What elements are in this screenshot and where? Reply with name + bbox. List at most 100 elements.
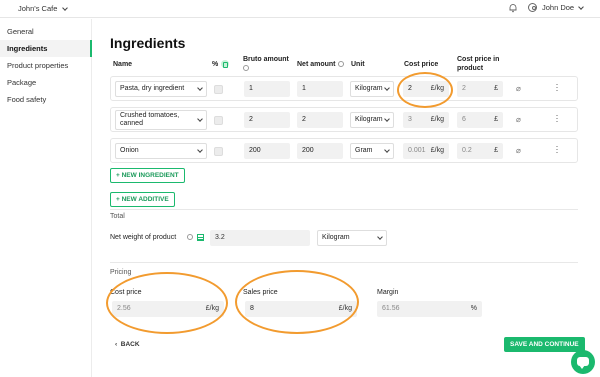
company-name: John's Cafe xyxy=(18,4,58,13)
header-cost-price: Cost price xyxy=(404,61,439,68)
paperclip-icon[interactable]: ⌀ xyxy=(516,115,521,124)
paperclip-icon[interactable]: ⌀ xyxy=(516,84,521,93)
cost-price-input[interactable]: 2 £/kg xyxy=(403,81,449,97)
total-section-label: Total xyxy=(110,213,125,220)
divider xyxy=(110,262,578,263)
header-net: Net amount xyxy=(297,60,344,69)
back-label: BACK xyxy=(120,341,140,348)
total-cost-price-value: 2.56 xyxy=(117,305,131,312)
more-options-icon[interactable]: · · · xyxy=(555,111,559,126)
paperclip-icon[interactable]: ⌀ xyxy=(516,146,521,155)
sales-price-unit: £/kg xyxy=(338,305,352,312)
cost-in-product-unit: £ xyxy=(494,85,498,92)
cost-price-input[interactable]: 3 £/kg xyxy=(403,112,449,128)
net-amount-input[interactable]: 200 xyxy=(297,143,343,159)
company-switcher[interactable]: John's Cafe xyxy=(18,4,69,13)
bruto-amount-input[interactable]: 1 xyxy=(244,81,290,97)
user-avatar-icon xyxy=(528,3,537,12)
cost-unit: £/kg xyxy=(430,147,444,154)
header-bruto-label: Bruto amount xyxy=(243,56,289,63)
sidebar-item-food-safety[interactable]: Food safety xyxy=(0,91,91,108)
cost-price-label: Cost price xyxy=(110,289,142,296)
sidebar: General Ingredients Product properties P… xyxy=(0,19,92,377)
bruto-amount-input[interactable]: 2 xyxy=(244,112,290,128)
cost-in-product-field: 6 £ xyxy=(457,112,503,128)
table-icon[interactable] xyxy=(197,234,204,241)
header-name: Name xyxy=(113,61,133,68)
net-amount-input[interactable]: 1 xyxy=(297,81,343,97)
user-menu[interactable]: John Doe xyxy=(528,3,584,12)
ingredient-row: Pasta, dry ingredient 1 1 Kilogram 2 £/kg… xyxy=(110,76,578,101)
cost-unit: £/kg xyxy=(430,116,444,123)
top-bar: John's Cafe John Doe xyxy=(0,0,600,18)
page-title: Ingredients xyxy=(110,35,186,51)
cost-unit: £/kg xyxy=(430,85,444,92)
sidebar-item-general[interactable]: General xyxy=(0,23,91,40)
unit-value: Gram xyxy=(355,147,373,154)
unit-select[interactable]: Kilogram xyxy=(350,81,394,97)
more-options-icon[interactable]: · · · xyxy=(555,142,559,157)
sales-price-value: 8 xyxy=(250,305,254,312)
net-weight-field: 3.2 xyxy=(210,230,310,246)
cost-price-input[interactable]: 0.001 £/kg xyxy=(403,143,449,159)
percent-checkbox[interactable] xyxy=(214,85,223,94)
total-cost-price-unit: £/kg xyxy=(205,305,219,312)
main-content: Ingredients Name % Bruto amount Net amou… xyxy=(93,19,600,377)
chat-icon[interactable] xyxy=(571,350,595,374)
header-percent-label: % xyxy=(212,61,219,68)
percent-checkbox[interactable] xyxy=(214,147,223,156)
cost-in-product-value: 2 xyxy=(462,85,466,92)
ingredient-row: Onion 200 200 Gram 0.001 £/kg 0.2 £ ⌀ · · · xyxy=(110,138,578,163)
new-ingredient-button[interactable]: + NEW INGREDIENT xyxy=(110,168,185,183)
chevron-down-icon xyxy=(197,116,203,122)
unit-select[interactable]: Gram xyxy=(350,143,394,159)
ingredient-name-select[interactable]: Crushed tomatoes, canned xyxy=(115,110,207,130)
margin-unit: % xyxy=(470,305,477,312)
chevron-down-icon xyxy=(384,85,390,91)
cost-value: 0.001 xyxy=(408,147,426,154)
ingredient-name-select[interactable]: Onion xyxy=(115,143,207,159)
unit-value: Kilogram xyxy=(355,85,383,92)
margin-label: Margin xyxy=(377,289,399,296)
percent-checkbox[interactable] xyxy=(214,116,223,125)
sidebar-item-product-properties[interactable]: Product properties xyxy=(0,57,91,74)
sales-price-label: Sales price xyxy=(243,289,278,296)
bell-icon[interactable] xyxy=(508,3,518,13)
chevron-down-icon xyxy=(62,4,69,11)
divider xyxy=(110,209,578,210)
info-icon[interactable] xyxy=(187,234,193,240)
sales-price-input[interactable]: 8 £/kg xyxy=(245,301,357,317)
cost-in-product-value: 0.2 xyxy=(462,147,472,154)
cost-in-product-field: 0.2 £ xyxy=(457,143,503,159)
net-amount-input[interactable]: 2 xyxy=(297,112,343,128)
cost-in-product-unit: £ xyxy=(494,147,498,154)
cost-in-product-value: 6 xyxy=(462,116,466,123)
save-and-continue-button[interactable]: SAVE AND CONTINUE xyxy=(504,337,585,352)
net-weight-unit-select[interactable]: Kilogram xyxy=(317,230,387,246)
bruto-amount-input[interactable]: 200 xyxy=(244,143,290,159)
cost-value: 3 xyxy=(408,116,412,123)
user-name: John Doe xyxy=(542,3,575,12)
total-cost-price-field: 2.56 £/kg xyxy=(112,301,224,317)
margin-value: 61.56 xyxy=(382,305,400,312)
new-additive-button[interactable]: + NEW ADDITIVE xyxy=(110,192,175,207)
info-icon[interactable] xyxy=(337,61,344,68)
ingredient-name: Onion xyxy=(120,147,139,154)
sidebar-item-ingredients[interactable]: Ingredients xyxy=(0,40,92,57)
ingredient-name-select[interactable]: Pasta, dry ingredient xyxy=(115,81,207,97)
net-weight-unit-value: Kilogram xyxy=(322,234,350,241)
lock-icon[interactable] xyxy=(221,60,230,69)
cost-in-product-unit: £ xyxy=(494,116,498,123)
more-options-icon[interactable]: · · · xyxy=(555,80,559,95)
sidebar-item-package[interactable]: Package xyxy=(0,74,91,91)
chevron-down-icon xyxy=(197,85,203,91)
header-net-label: Net amount xyxy=(297,61,336,68)
ingredient-row: Crushed tomatoes, canned 2 2 Kilogram 3 £… xyxy=(110,107,578,132)
info-icon[interactable] xyxy=(243,65,249,72)
ingredient-name: Pasta, dry ingredient xyxy=(120,85,185,92)
cost-value: 2 xyxy=(408,85,412,92)
back-button[interactable]: ‹ BACK xyxy=(115,341,140,348)
unit-select[interactable]: Kilogram xyxy=(350,112,394,128)
chevron-left-icon: ‹ xyxy=(115,341,118,348)
unit-value: Kilogram xyxy=(355,116,383,123)
